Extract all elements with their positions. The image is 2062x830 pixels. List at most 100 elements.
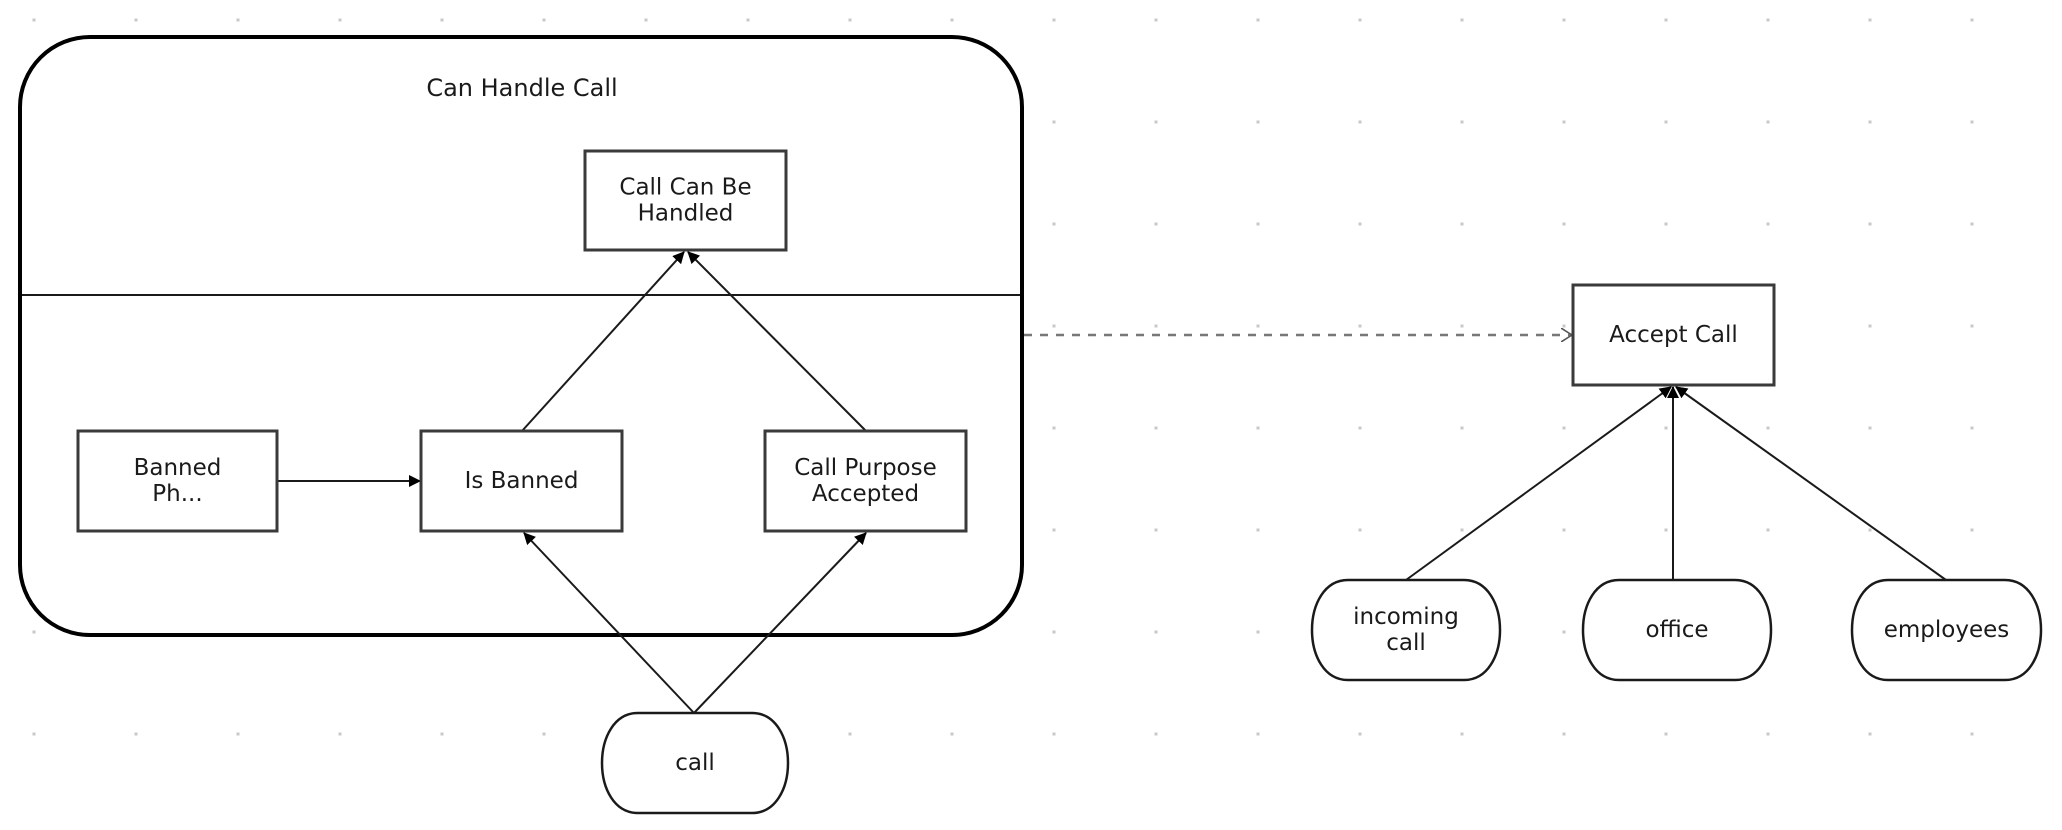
grid-dot	[1358, 732, 1362, 736]
grid-dot	[1868, 222, 1872, 226]
diagram-canvas[interactable]: Can Handle Call Call Can BeHandled Banned…	[0, 0, 2062, 830]
node-office[interactable]: office	[1581, 578, 1773, 682]
grid-dot	[1664, 732, 1668, 736]
node-label: office	[1645, 617, 1708, 643]
grid-dot	[542, 18, 546, 22]
grid-dot	[746, 18, 750, 22]
node-banned-ph[interactable]: BannedPh...	[76, 429, 279, 533]
node-label: Ph...	[152, 481, 202, 507]
grid-dot	[848, 18, 852, 22]
grid-dot	[1256, 120, 1260, 124]
grid-dot	[1052, 630, 1056, 634]
grid-dot	[1052, 732, 1056, 736]
grid-dot	[1562, 630, 1566, 634]
grid-dot	[134, 18, 138, 22]
grid-dot	[1766, 732, 1770, 736]
node-call-can-be-handled[interactable]: Call Can BeHandled	[583, 149, 788, 252]
node-label: call	[675, 750, 715, 776]
grid-dot	[1460, 18, 1464, 22]
node-accept-call[interactable]: Accept Call	[1571, 283, 1776, 387]
grid-dot	[236, 732, 240, 736]
grid-dot	[1256, 426, 1260, 430]
grid-dot	[1562, 120, 1566, 124]
grid-dot	[1766, 426, 1770, 430]
grid-dot	[1970, 732, 1974, 736]
grid-dot	[1154, 324, 1158, 328]
grid-dot	[1256, 732, 1260, 736]
grid-dot	[440, 732, 444, 736]
grid-dot	[1154, 120, 1158, 124]
grid-dot	[1358, 528, 1362, 532]
node-label: Accepted	[812, 481, 919, 507]
grid-dot	[1562, 222, 1566, 226]
grid-dot	[1256, 222, 1260, 226]
grid-dot	[1256, 18, 1260, 22]
grid-dot	[1562, 528, 1566, 532]
node-label: Is Banned	[465, 468, 579, 494]
grid-dot	[1766, 528, 1770, 532]
grid-dot	[1154, 732, 1158, 736]
grid-dot	[1358, 324, 1362, 328]
node-label: Banned	[134, 455, 222, 481]
grid-dot	[1460, 222, 1464, 226]
grid-dot	[1766, 120, 1770, 124]
node-incoming-call[interactable]: incomingcall	[1310, 578, 1502, 682]
grid-dot	[1256, 528, 1260, 532]
grid-dot	[1052, 528, 1056, 532]
grid-dot	[1970, 426, 1974, 430]
grid-dot	[1868, 120, 1872, 124]
container-title: Can Handle Call	[426, 74, 617, 102]
grid-dot	[1970, 18, 1974, 22]
grid-dot	[32, 630, 36, 634]
grid-dot	[32, 18, 36, 22]
grid-dot	[1868, 528, 1872, 532]
grid-dot	[1052, 324, 1056, 328]
grid-dot	[134, 732, 138, 736]
grid-dot	[1868, 426, 1872, 430]
grid-dot	[1460, 426, 1464, 430]
node-employees[interactable]: employees	[1850, 578, 2043, 682]
grid-dot	[1154, 18, 1158, 22]
grid-dot	[1052, 426, 1056, 430]
grid-dot	[848, 732, 852, 736]
grid-dot	[1256, 324, 1260, 328]
node-label: incoming	[1353, 604, 1459, 630]
grid-dot	[1868, 732, 1872, 736]
node-call-purpose-accepted[interactable]: Call PurposeAccepted	[763, 429, 968, 533]
grid-dot	[1154, 630, 1158, 634]
node-label: employees	[1884, 617, 2010, 643]
node-call[interactable]: call	[600, 711, 790, 815]
grid-dot	[1154, 222, 1158, 226]
grid-dot	[1154, 426, 1158, 430]
grid-dot	[1562, 18, 1566, 22]
grid-dot	[1256, 630, 1260, 634]
grid-dot	[542, 732, 546, 736]
grid-dot	[950, 18, 954, 22]
grid-dot	[1460, 528, 1464, 532]
grid-dot	[1358, 120, 1362, 124]
container-can-handle-call[interactable]: Can Handle Call	[18, 35, 1024, 637]
grid-dot	[1868, 324, 1872, 328]
grid-dot	[1052, 18, 1056, 22]
grid-dot	[644, 18, 648, 22]
node-label: Call Can Be	[619, 175, 751, 201]
edge-incoming-call-to-accept-call[interactable]	[1405, 386, 1672, 581]
grid-dot	[236, 18, 240, 22]
grid-dot	[1562, 426, 1566, 430]
node-label: Handled	[638, 201, 734, 227]
grid-dot	[440, 18, 444, 22]
grid-dot	[1052, 120, 1056, 124]
grid-dot	[1868, 18, 1872, 22]
container-border	[18, 35, 1024, 637]
grid-dot	[32, 732, 36, 736]
node-is-banned[interactable]: Is Banned	[419, 429, 624, 533]
grid-dot	[1052, 222, 1056, 226]
grid-dot	[1358, 426, 1362, 430]
grid-dot	[1358, 18, 1362, 22]
grid-dot	[1562, 324, 1566, 328]
node-label: Call Purpose	[794, 455, 937, 481]
grid-dot	[1970, 324, 1974, 328]
edge-employees-to-accept-call[interactable]	[1675, 386, 1947, 581]
grid-dot	[1664, 18, 1668, 22]
grid-dot	[1970, 120, 1974, 124]
